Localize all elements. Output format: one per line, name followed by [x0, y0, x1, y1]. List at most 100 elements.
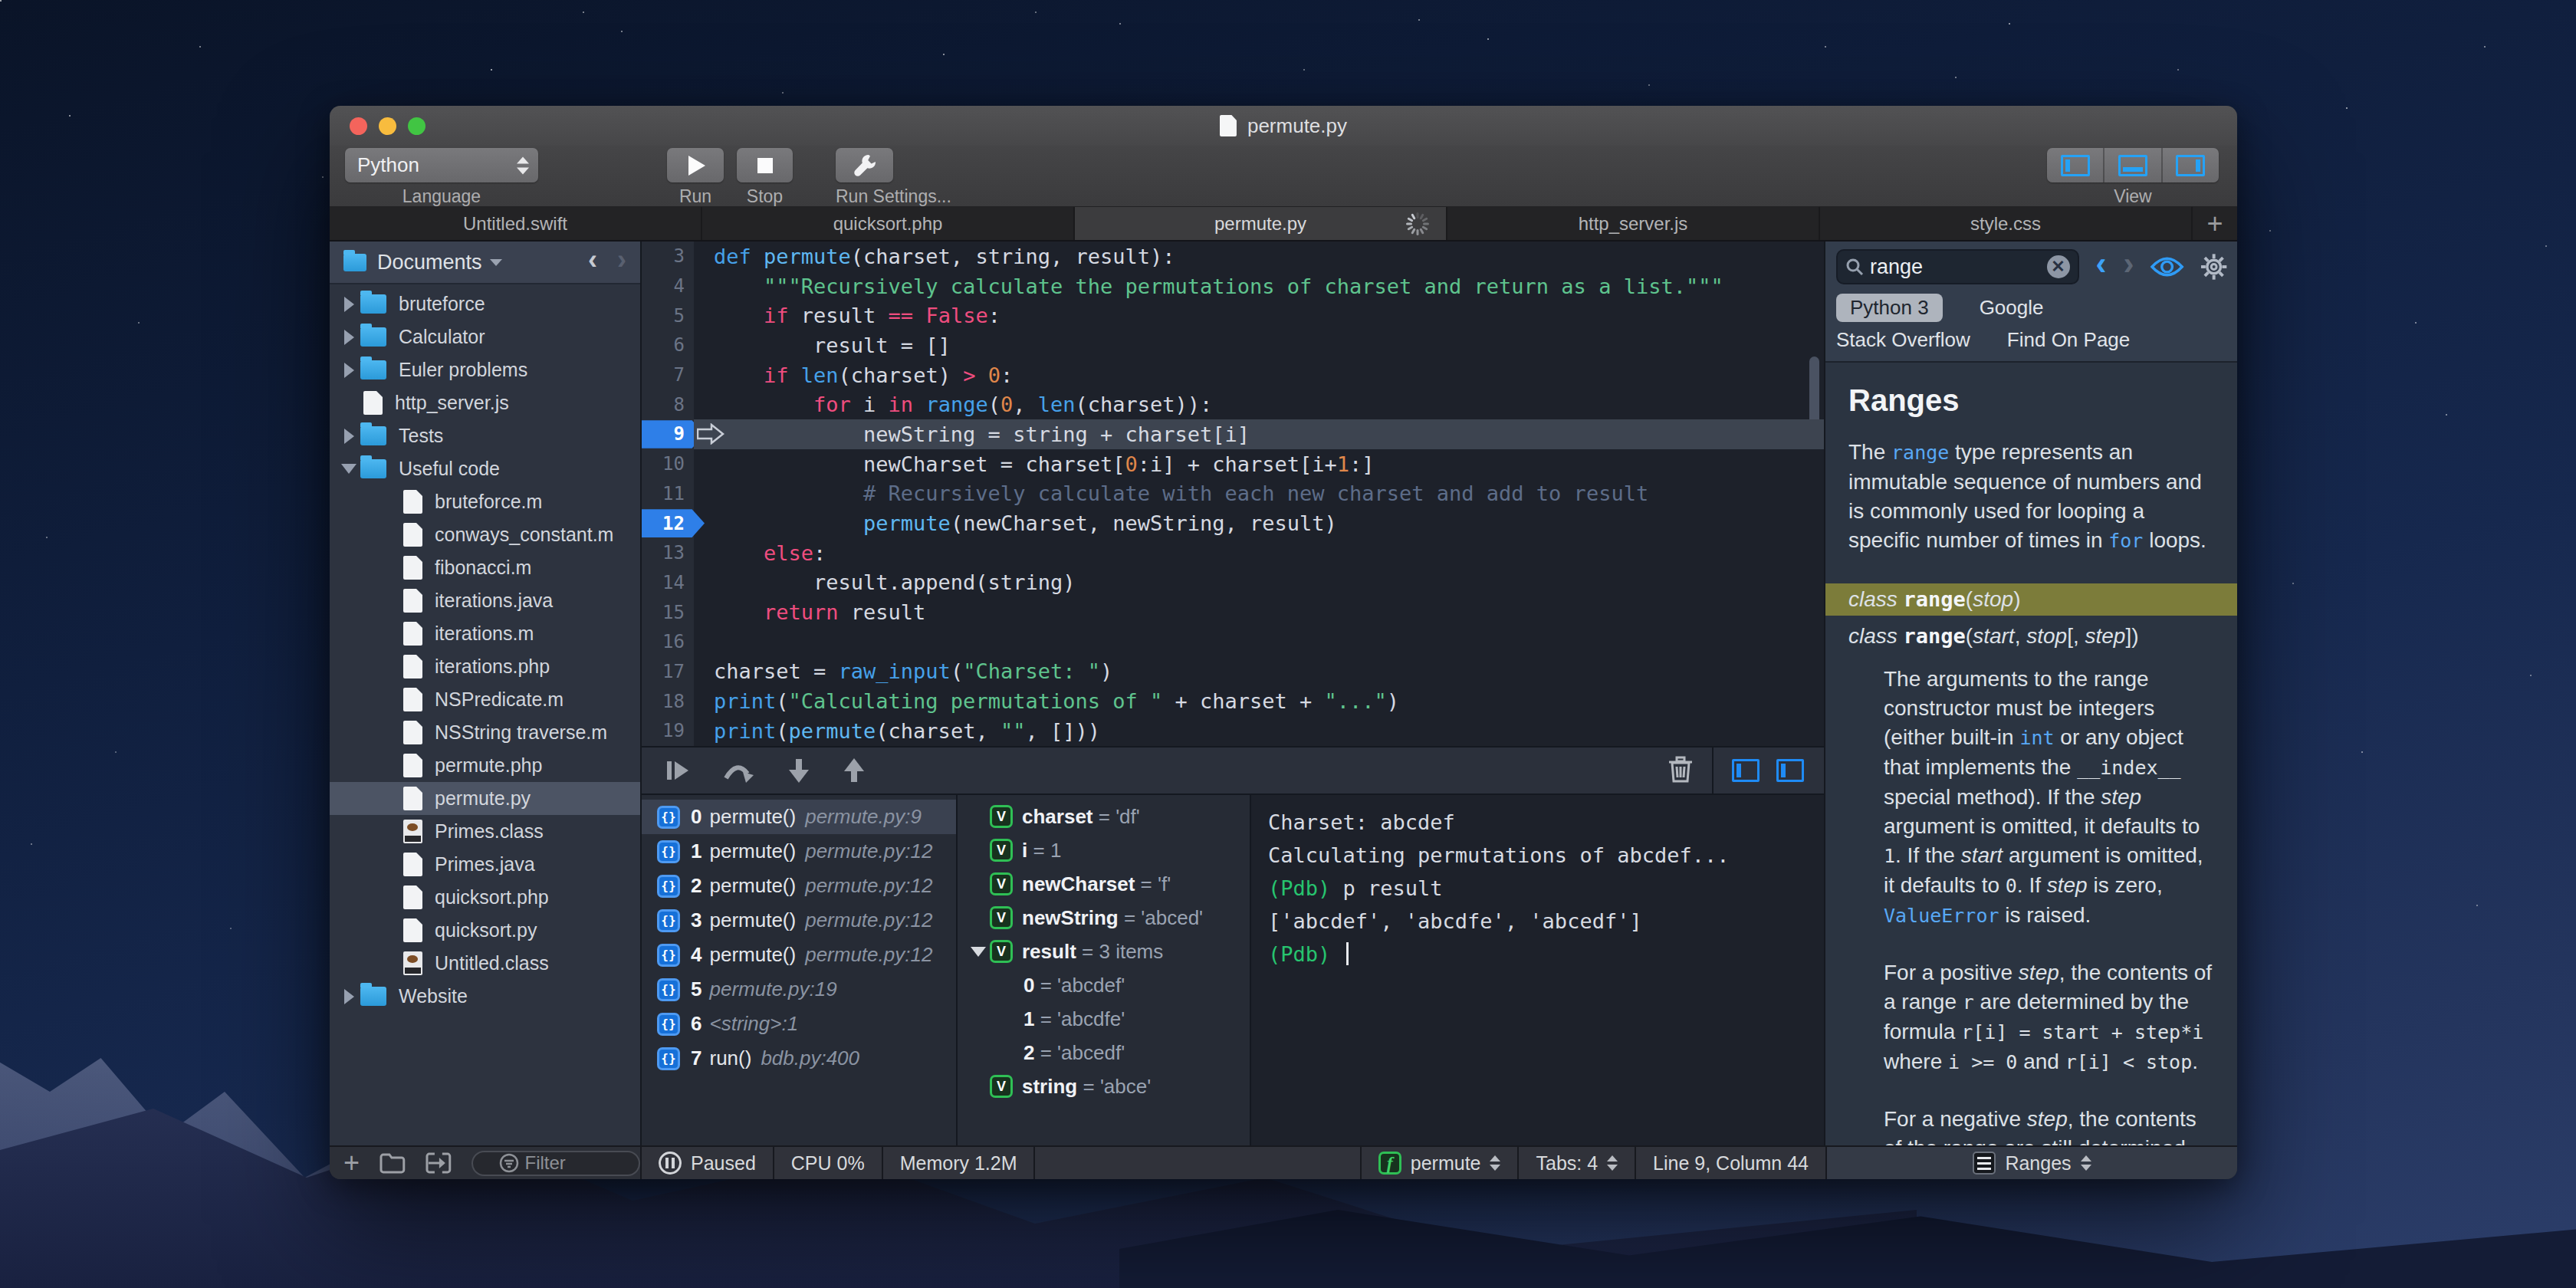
stack-frame[interactable]: {}6<string>:1 [642, 1007, 956, 1041]
disclosure-right-icon[interactable] [337, 297, 360, 312]
disclosure-down-icon[interactable] [967, 947, 990, 957]
sidebar-header[interactable]: Documents ‹ › [330, 242, 640, 284]
file-tree-item[interactable]: Website [330, 980, 640, 1013]
file-tree-item[interactable]: Primes.java [330, 848, 640, 881]
close-button[interactable] [350, 117, 367, 135]
stack-frame[interactable]: {}1permute()permute.py:12 [642, 834, 956, 869]
view-left-panel-button[interactable] [2047, 148, 2103, 182]
disclosure-right-icon[interactable] [337, 429, 360, 444]
file-tree-item[interactable]: Useful code [330, 452, 640, 485]
file-tree-item[interactable]: NSString traverse.m [330, 716, 640, 749]
title-bar[interactable]: permute.py [330, 106, 2237, 146]
nav-back-button[interactable]: ‹ [588, 246, 597, 274]
doc-back-button[interactable]: ‹ [2096, 248, 2107, 280]
code-line[interactable]: 10 newCharset = charset[0:i] + charset[i… [642, 449, 1824, 479]
file-tree-item[interactable]: iterations.php [330, 650, 640, 683]
code-line[interactable]: 15 return result [642, 597, 1824, 627]
disclosure-right-icon[interactable] [337, 989, 360, 1004]
code-line[interactable]: 4 """Recursively calculate the permutati… [642, 271, 1824, 301]
variable-row[interactable]: Vresult = 3 items [958, 935, 1250, 968]
clear-search-button[interactable]: ✕ [2047, 255, 2070, 278]
tab-http_server.js[interactable]: http_server.js [1447, 207, 1820, 240]
eye-icon[interactable] [2150, 255, 2184, 278]
code-line[interactable]: 19print(permute(charset, "", [])) [642, 716, 1824, 746]
file-tree-item[interactable]: fibonacci.m [330, 551, 640, 584]
code-line[interactable]: 12 permute(newCharset, newString, result… [642, 508, 1824, 538]
step-in-button[interactable] [787, 757, 810, 784]
code-line[interactable]: 7 if len(charset) > 0: [642, 360, 1824, 390]
toggle-pane-left-button[interactable] [1732, 759, 1760, 782]
variable-row[interactable]: Vcharset = 'df' [958, 800, 1250, 833]
nav-forward-button[interactable]: › [617, 246, 626, 274]
code-line[interactable]: 9 newString = string + charset[i] [642, 419, 1824, 449]
doc-forward-button[interactable]: › [2124, 248, 2134, 280]
variable-row[interactable]: 0 = 'abcdef' [958, 968, 1250, 1002]
tab-permute.py[interactable]: permute.py [1075, 207, 1447, 240]
variable-row[interactable]: Vi = 1 [958, 833, 1250, 867]
doc-search-input[interactable]: range ✕ [1836, 249, 2079, 284]
file-tree-item[interactable]: http_server.js [330, 386, 640, 419]
gear-icon[interactable] [2200, 252, 2228, 281]
code-line[interactable]: 8 for i in range(0, len(charset)): [642, 389, 1824, 419]
new-folder-button[interactable] [380, 1152, 406, 1174]
file-tree-item[interactable]: Calculator [330, 320, 640, 353]
stack-frame[interactable]: {}4permute()permute.py:12 [642, 938, 956, 972]
run-settings-button[interactable] [836, 148, 893, 182]
code-line[interactable]: 6 result = [] [642, 330, 1824, 360]
code-line[interactable]: 3def permute(charset, string, result): [642, 242, 1824, 271]
variable-row[interactable]: VnewCharset = 'f' [958, 867, 1250, 901]
file-tree-item[interactable]: Euler problems [330, 353, 640, 386]
file-tree-item[interactable]: permute.py [330, 782, 640, 815]
code-line[interactable]: 18print("Calculating permutations of " +… [642, 686, 1824, 716]
file-tree-item[interactable]: permute.php [330, 749, 640, 782]
variable-row[interactable]: Vstring = 'abce' [958, 1070, 1250, 1103]
export-button[interactable] [426, 1152, 452, 1175]
code-line[interactable]: 11 # Recursively calculate with each new… [642, 479, 1824, 509]
file-tree-item[interactable]: iterations.m [330, 617, 640, 650]
file-tree-item[interactable]: bruteforce.m [330, 485, 640, 518]
doc-source-find-on-page[interactable]: Find On Page [2007, 328, 2130, 352]
variable-row[interactable]: 1 = 'abcdfe' [958, 1002, 1250, 1036]
doc-source-google[interactable]: Google [1980, 296, 2044, 320]
code-line[interactable]: 17charset = raw_input("Charset: ") [642, 657, 1824, 687]
file-tree-item[interactable]: Untitled.class [330, 947, 640, 980]
run-button[interactable] [667, 148, 724, 182]
file-tree-item[interactable]: quicksort.py [330, 914, 640, 947]
file-tree-item[interactable]: bruteforce [330, 288, 640, 320]
stack-frame[interactable]: {}2permute()permute.py:12 [642, 869, 956, 903]
add-file-button[interactable]: + [343, 1147, 360, 1179]
tab-Untitled.swift[interactable]: Untitled.swift [330, 207, 702, 240]
file-tree-item[interactable]: quicksort.php [330, 881, 640, 914]
disclosure-down-icon[interactable] [337, 464, 360, 474]
view-right-panel-button[interactable] [2161, 148, 2219, 182]
disclosure-right-icon[interactable] [337, 330, 360, 345]
disclosure-right-icon[interactable] [337, 363, 360, 378]
stack-frame[interactable]: {}5permute.py:19 [642, 972, 956, 1007]
file-tree-item[interactable]: NSPredicate.m [330, 683, 640, 716]
stack-frame[interactable]: {}7run()bdb.py:400 [642, 1041, 956, 1076]
minimize-button[interactable] [379, 117, 396, 135]
file-tree-item[interactable]: Primes.class [330, 815, 640, 848]
zoom-button[interactable] [408, 117, 426, 135]
filter-input[interactable]: Filter [472, 1151, 640, 1176]
code-line[interactable]: 14 result.append(string) [642, 568, 1824, 598]
file-tree-item[interactable]: Tests [330, 419, 640, 452]
language-dropdown[interactable]: Python [345, 148, 538, 182]
clear-console-button[interactable] [1668, 755, 1694, 786]
continue-button[interactable] [665, 758, 691, 783]
step-over-button[interactable] [723, 758, 755, 783]
step-out-button[interactable] [843, 757, 866, 784]
view-bottom-panel-button[interactable] [2103, 148, 2160, 182]
stack-frame[interactable]: {}0permute()permute.py:9 [642, 800, 956, 834]
doc-source-stack-overflow[interactable]: Stack Overflow [1836, 328, 1970, 352]
variable-row[interactable]: 2 = 'abcedf' [958, 1036, 1250, 1070]
stop-button[interactable] [737, 148, 793, 182]
tab-style.css[interactable]: style.css [1820, 207, 2193, 240]
doc-panel-footer[interactable]: Ranges [1825, 1147, 2237, 1179]
file-tree-item[interactable]: conways_constant.m [330, 518, 640, 551]
file-tree-item[interactable]: iterations.java [330, 584, 640, 617]
debug-console[interactable]: Charset: abcdefCalculating permutations … [1251, 795, 1824, 1145]
doc-source-python-3[interactable]: Python 3 [1836, 294, 1943, 322]
new-tab-button[interactable]: + [2193, 207, 2237, 240]
code-line[interactable]: 5 if result == False: [642, 301, 1824, 330]
